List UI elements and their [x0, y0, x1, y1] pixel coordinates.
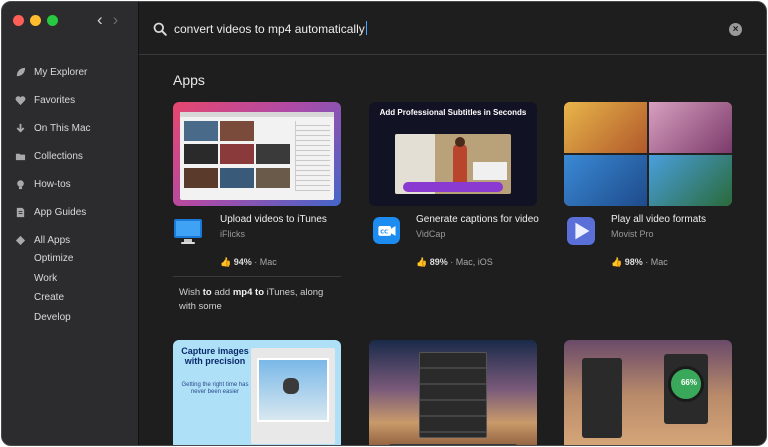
- app-title: Generate captions for video: [416, 214, 539, 225]
- thumb-headline: Add Professional Subtitles in Seconds: [379, 108, 527, 117]
- lightbulb-icon: [14, 178, 26, 190]
- sidebar-subitem-optimize[interactable]: Optimize: [34, 253, 73, 264]
- document-icon: [14, 206, 26, 218]
- thumbs-up-icon: 👍: [220, 257, 232, 267]
- app-platforms: · Mac, iOS: [447, 257, 493, 267]
- divider: [173, 276, 341, 277]
- sidebar-item-label: On This Mac: [34, 122, 91, 134]
- thumbs-up-icon: 👍: [416, 257, 428, 267]
- thumbs-up-icon: 👍: [611, 257, 623, 267]
- app-card-movist-pro[interactable]: Play all video formats Movist Pro 👍 98% …: [564, 102, 732, 272]
- sidebar-item-favorites[interactable]: Favorites: [14, 93, 75, 107]
- window-controls: [13, 15, 58, 26]
- search-bar: convert videos to mp4 automatically ×: [139, 2, 766, 55]
- sidebar-item-label: Collections: [34, 150, 83, 162]
- sidebar-item-collections[interactable]: Collections: [14, 149, 83, 163]
- sidebar-item-how-tos[interactable]: How-tos: [14, 177, 71, 191]
- sidebar: ‹ › My Explorer Favorites On This Mac Co…: [2, 2, 138, 445]
- thumb-subtext: Getting the right time has never been ea…: [181, 382, 249, 395]
- sidebar-item-label: App Guides: [34, 206, 87, 218]
- sidebar-item-label: All Apps: [34, 234, 71, 246]
- thumb-percent: 66%: [680, 378, 697, 387]
- download-arrow-icon: [14, 122, 26, 134]
- thumb-headline: Capture images with precision: [181, 346, 249, 366]
- app-screenshot: Add Professional Subtitles in Seconds: [369, 102, 537, 206]
- forward-arrow-icon[interactable]: ›: [113, 10, 119, 30]
- zoom-window-button[interactable]: [47, 15, 58, 26]
- app-developer: VidCap: [416, 229, 446, 239]
- snippet-highlight: to: [202, 287, 212, 298]
- sidebar-item-label: My Explorer: [34, 66, 88, 78]
- app-card-capture[interactable]: Capture images with precision Getting th…: [173, 340, 341, 445]
- app-card-iflicks[interactable]: Upload videos to iTunes iFlicks 👍 94% · …: [173, 102, 341, 272]
- rating-percent: 98%: [624, 257, 643, 267]
- cc-camera-icon: CC: [373, 217, 400, 244]
- svg-text:CC: CC: [380, 230, 388, 236]
- sidebar-item-on-this-mac[interactable]: On This Mac: [14, 121, 91, 135]
- clear-search-icon[interactable]: ×: [729, 23, 742, 36]
- text-caret: [365, 21, 367, 35]
- app-screenshot: [564, 102, 732, 206]
- sidebar-item-my-explorer[interactable]: My Explorer: [14, 65, 87, 79]
- search-snippet: Wish to add mp4 to iTunes, along with so…: [179, 286, 339, 314]
- app-rating: 👍 98% · Mac: [611, 257, 668, 268]
- search-input[interactable]: convert videos to mp4 automatically: [174, 21, 367, 36]
- close-window-button[interactable]: [13, 15, 24, 26]
- search-query-text: convert videos to mp4 automatically: [174, 22, 365, 36]
- app-screenshot: [173, 102, 341, 206]
- heart-icon: [14, 94, 26, 106]
- navigation-arrows: ‹ ›: [97, 10, 118, 30]
- sidebar-subitem-create[interactable]: Create: [34, 292, 64, 303]
- app-platforms: · Mac: [642, 257, 668, 267]
- app-rating: 👍 89% · Mac, iOS: [416, 257, 493, 268]
- leaf-icon: [14, 66, 26, 78]
- app-developer: Movist Pro: [611, 229, 654, 239]
- sidebar-item-app-guides[interactable]: App Guides: [14, 205, 86, 219]
- minimize-window-button[interactable]: [30, 15, 41, 26]
- sidebar-item-label: How-tos: [34, 178, 71, 190]
- app-card-row2-right[interactable]: 66%: [564, 340, 732, 445]
- snippet-highlight: to: [255, 287, 265, 298]
- sidebar-item-all-apps[interactable]: All Apps: [14, 233, 70, 247]
- diamond-icon: [14, 234, 26, 246]
- app-developer: iFlicks: [220, 229, 245, 239]
- main-content: convert videos to mp4 automatically × Ap…: [138, 2, 766, 445]
- app-card-row2-middle[interactable]: [369, 340, 537, 445]
- sidebar-subitem-develop[interactable]: Develop: [34, 312, 71, 323]
- snippet-text: Wish: [179, 287, 203, 298]
- app-window: ‹ › My Explorer Favorites On This Mac Co…: [1, 1, 767, 446]
- rating-percent: 89%: [429, 257, 448, 267]
- rating-percent: 94%: [233, 257, 252, 267]
- app-rating: 👍 94% · Mac: [220, 257, 277, 268]
- search-icon: [153, 22, 167, 36]
- snippet-text: add: [211, 287, 233, 298]
- app-platforms: · Mac: [251, 257, 277, 267]
- monitor-icon: [174, 219, 202, 244]
- play-triangle-icon: [567, 217, 595, 245]
- app-title: Upload videos to iTunes: [220, 214, 327, 225]
- back-arrow-icon[interactable]: ‹: [97, 10, 103, 30]
- app-card-vidcap[interactable]: Add Professional Subtitles in Seconds CC…: [369, 102, 539, 272]
- snippet-highlight: mp4: [232, 287, 253, 298]
- sidebar-subitem-work[interactable]: Work: [34, 273, 57, 284]
- app-title: Play all video formats: [611, 214, 707, 225]
- sidebar-item-label: Favorites: [34, 94, 76, 106]
- folder-icon: [14, 150, 26, 162]
- section-title: Apps: [173, 72, 205, 88]
